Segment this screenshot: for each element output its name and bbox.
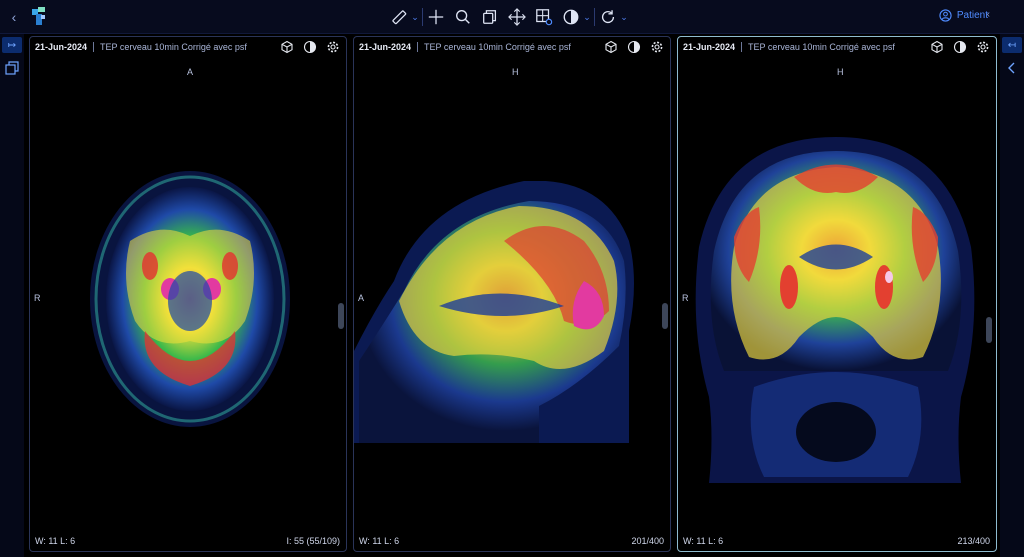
settings-gear-icon[interactable] <box>326 40 340 54</box>
user-icon <box>939 9 952 22</box>
left-side-panel: ↦ <box>0 34 24 557</box>
contrast-dropdown-chevron-icon[interactable]: ⌄ <box>582 6 592 28</box>
orientation-top: A <box>187 67 194 77</box>
contrast-icon[interactable] <box>953 40 967 54</box>
study-date: 21-Jun-2024 <box>683 42 736 52</box>
panel-toggle-chevron-icon[interactable] <box>1004 60 1020 76</box>
tool-group: ⌄ ⌄ ⌄ <box>388 6 629 28</box>
slice-index: I: 55 (55/109) <box>286 536 340 546</box>
settings-gear-icon[interactable] <box>650 40 664 54</box>
window-level: W: 11 L: 6 <box>683 536 724 546</box>
toolbar-divider <box>594 8 595 26</box>
viewport-axial[interactable]: 21-Jun-2024 TEP cerveau 10min Corrigé av… <box>29 36 347 552</box>
ruler-icon[interactable] <box>388 6 410 28</box>
expand-right-panel-icon[interactable]: ↤ <box>1002 37 1022 53</box>
series-description: TEP cerveau 10min Corrigé avec psf <box>424 42 571 52</box>
sagittal-pet-image <box>354 181 634 443</box>
zoom-icon[interactable] <box>452 6 474 28</box>
viewport-icon-group <box>604 40 664 54</box>
study-date: 21-Jun-2024 <box>35 42 88 52</box>
slice-index: 213/400 <box>957 536 990 546</box>
patient-label: Patient <box>956 10 988 21</box>
window-level: W: 11 L: 6 <box>359 536 400 546</box>
viewport-coronal[interactable]: 21-Jun-2024 TEP cerveau 10min Corrigé av… <box>677 36 997 552</box>
contrast-icon[interactable] <box>303 40 317 54</box>
layout-icon[interactable] <box>533 6 555 28</box>
slice-scrollbar-thumb[interactable] <box>986 317 992 343</box>
toolbar-divider <box>422 8 423 26</box>
coronal-pet-image <box>695 137 975 483</box>
series-description: TEP cerveau 10min Corrigé avec psf <box>100 42 247 52</box>
3d-cube-icon[interactable] <box>930 40 944 54</box>
rotate-dropdown-chevron-icon[interactable]: ⌄ <box>619 6 629 28</box>
orientation-top: H <box>512 67 519 77</box>
back-chevron-icon[interactable]: ‹ <box>6 8 22 26</box>
series-copy-icon[interactable] <box>4 60 20 76</box>
right-side-panel: ↤ <box>1000 34 1024 557</box>
patient-button[interactable]: Patient <box>939 9 988 22</box>
viewport-sagittal[interactable]: 21-Jun-2024 TEP cerveau 10min Corrigé av… <box>353 36 671 552</box>
contrast-icon[interactable] <box>560 6 582 28</box>
crosshair-icon[interactable] <box>425 6 447 28</box>
orientation-left: R <box>34 293 41 303</box>
3d-cube-icon[interactable] <box>604 40 618 54</box>
rotate-icon[interactable] <box>597 6 619 28</box>
settings-gear-icon[interactable] <box>976 40 990 54</box>
slice-index: 201/400 <box>631 536 664 546</box>
pan-icon[interactable] <box>506 6 528 28</box>
expand-left-panel-icon[interactable]: ↦ <box>2 37 22 53</box>
measure-dropdown-chevron-icon[interactable]: ⌄ <box>410 6 420 28</box>
window-level: W: 11 L: 6 <box>35 536 76 546</box>
orientation-top: H <box>837 67 844 77</box>
contrast-icon[interactable] <box>627 40 641 54</box>
3d-cube-icon[interactable] <box>280 40 294 54</box>
viewport-icon-group <box>280 40 340 54</box>
app-logo-icon <box>30 5 48 27</box>
slice-scrollbar-thumb[interactable] <box>662 303 668 329</box>
stack-icon[interactable] <box>479 6 501 28</box>
slice-scrollbar-thumb[interactable] <box>338 303 344 329</box>
orientation-left: R <box>682 293 689 303</box>
viewport-icon-group <box>930 40 990 54</box>
series-description: TEP cerveau 10min Corrigé avec psf <box>748 42 895 52</box>
top-toolbar: ‹ ⌄ ⌄ ⌄ Patient ‹ <box>0 0 1024 34</box>
collapse-chevron-icon[interactable]: ‹ <box>987 9 990 20</box>
axial-pet-image <box>90 171 290 427</box>
study-date: 21-Jun-2024 <box>359 42 412 52</box>
